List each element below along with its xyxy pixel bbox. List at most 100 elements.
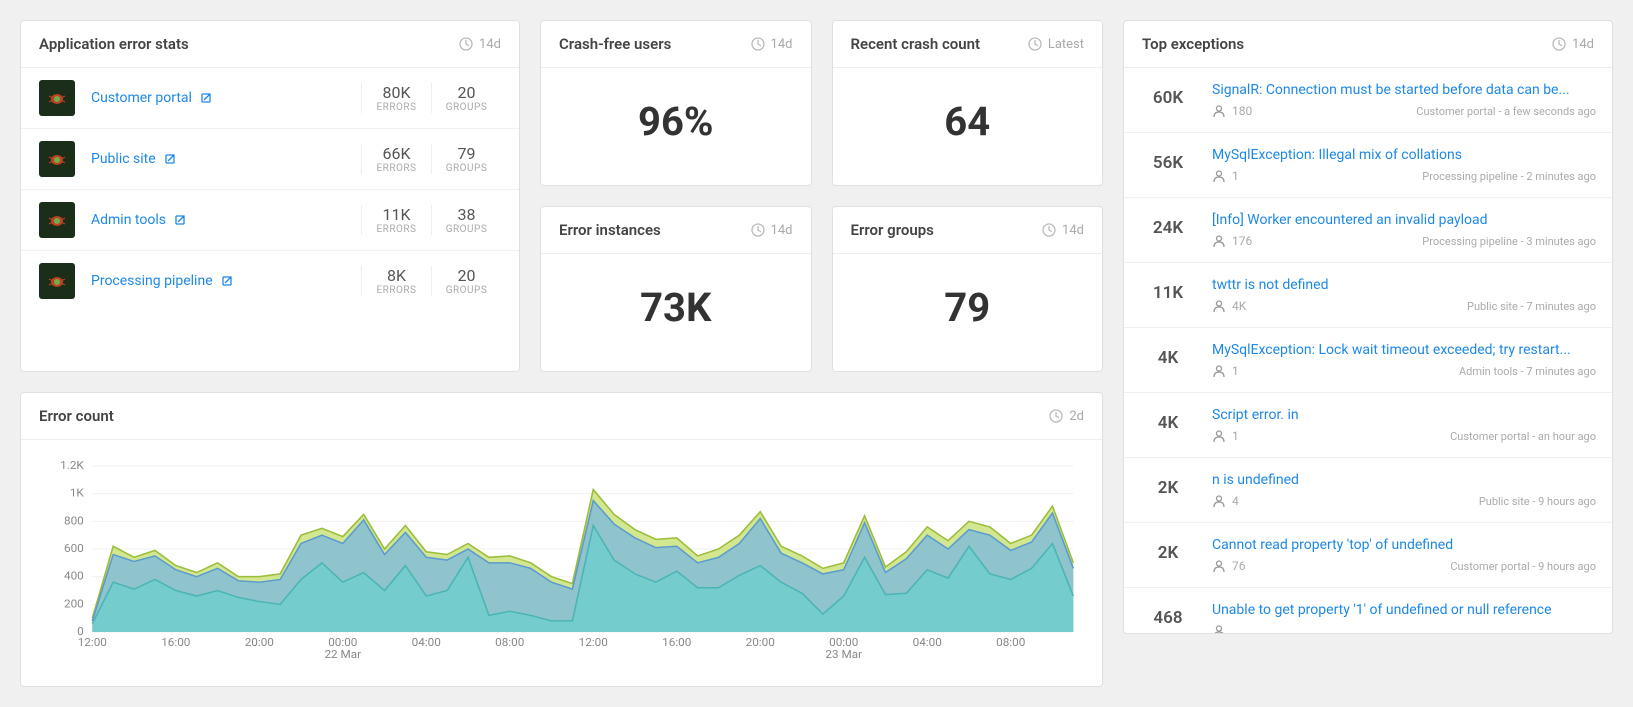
svg-text:20:00: 20:00 bbox=[746, 635, 775, 649]
exception-link[interactable]: Script error. in bbox=[1212, 407, 1596, 423]
app-link[interactable]: Customer portal bbox=[91, 90, 361, 106]
exceptions-list[interactable]: 60K SignalR: Connection must be started … bbox=[1124, 68, 1612, 633]
svg-text:400: 400 bbox=[64, 569, 84, 583]
metric-value: 79 bbox=[833, 254, 1103, 371]
app-link[interactable]: Admin tools bbox=[91, 212, 361, 228]
svg-text:12:00: 12:00 bbox=[579, 635, 608, 649]
clock-icon bbox=[751, 37, 765, 51]
exception-count: 56K bbox=[1140, 147, 1196, 183]
error-groups-card: Error groups 14d 79 bbox=[832, 206, 1104, 372]
svg-text:08:00: 08:00 bbox=[495, 635, 524, 649]
app-link[interactable]: Public site bbox=[91, 151, 361, 167]
card-period: Latest bbox=[1028, 37, 1084, 52]
exception-source: Customer portal - an hour ago bbox=[1450, 430, 1596, 443]
exception-row: 24K [Info] Worker encountered an invalid… bbox=[1124, 198, 1612, 263]
card-title: Crash-free users bbox=[559, 35, 671, 53]
user-icon bbox=[1212, 299, 1226, 313]
svg-text:23 Mar: 23 Mar bbox=[825, 647, 862, 661]
app-errors-label: ERRORS bbox=[366, 224, 427, 235]
exception-source: Admin tools - 7 minutes ago bbox=[1459, 365, 1596, 378]
metric-value: 64 bbox=[833, 68, 1103, 185]
exception-link[interactable]: twttr is not defined bbox=[1212, 277, 1596, 293]
exception-users: 1 bbox=[1212, 169, 1239, 183]
app-row: Customer portal 80KERRORS 20GROUPS bbox=[21, 68, 519, 129]
app-errors-label: ERRORS bbox=[366, 163, 427, 174]
svg-text:16:00: 16:00 bbox=[161, 635, 190, 649]
app-groups-label: GROUPS bbox=[436, 285, 497, 296]
exception-row: 11K twttr is not defined 4K Public site … bbox=[1124, 263, 1612, 328]
exception-row: 468 Unable to get property '1' of undefi… bbox=[1124, 588, 1612, 633]
card-title: Recent crash count bbox=[851, 35, 981, 53]
card-title: Error groups bbox=[851, 221, 934, 239]
exception-link[interactable]: [Info] Worker encountered an invalid pay… bbox=[1212, 212, 1596, 228]
exception-source: Customer portal - 9 hours ago bbox=[1450, 560, 1596, 573]
app-errors-value: 8K bbox=[366, 266, 427, 285]
svg-text:200: 200 bbox=[64, 597, 84, 611]
app-list: Customer portal 80KERRORS 20GROUPS Publi… bbox=[21, 68, 519, 311]
clock-icon bbox=[459, 37, 473, 51]
card-period: 2d bbox=[1049, 409, 1084, 424]
app-row: Public site 66KERRORS 79GROUPS bbox=[21, 129, 519, 190]
app-groups-value: 38 bbox=[436, 205, 497, 224]
metric-value: 73K bbox=[541, 254, 811, 371]
card-title: Application error stats bbox=[39, 35, 189, 53]
exception-link[interactable]: MySqlException: Illegal mix of collation… bbox=[1212, 147, 1596, 163]
card-period: 14d bbox=[1552, 37, 1594, 52]
external-link-icon bbox=[164, 153, 176, 165]
exception-link[interactable]: Cannot read property 'top' of undefined bbox=[1212, 537, 1596, 553]
app-groups-value: 20 bbox=[436, 83, 497, 102]
exception-count: 2K bbox=[1140, 537, 1196, 573]
clock-icon bbox=[1028, 37, 1042, 51]
clock-icon bbox=[1042, 223, 1056, 237]
top-exceptions-card: Top exceptions 14d 60K SignalR: Connecti… bbox=[1123, 20, 1613, 634]
svg-text:12:00: 12:00 bbox=[78, 635, 107, 649]
svg-text:08:00: 08:00 bbox=[996, 635, 1025, 649]
clock-icon bbox=[1552, 37, 1566, 51]
app-errors-value: 66K bbox=[366, 144, 427, 163]
exception-users: 1 bbox=[1212, 429, 1239, 443]
app-groups-label: GROUPS bbox=[436, 224, 497, 235]
app-groups-value: 20 bbox=[436, 266, 497, 285]
exception-link[interactable]: Unable to get property '1' of undefined … bbox=[1212, 602, 1596, 618]
exception-source: Customer portal - a few seconds ago bbox=[1416, 105, 1596, 118]
app-groups-value: 79 bbox=[436, 144, 497, 163]
exception-count: 11K bbox=[1140, 277, 1196, 313]
exception-users: 76 bbox=[1212, 559, 1246, 573]
exception-count: 468 bbox=[1140, 602, 1196, 633]
card-period: 14d bbox=[751, 37, 793, 52]
exception-row: 56K MySqlException: Illegal mix of colla… bbox=[1124, 133, 1612, 198]
app-icon bbox=[39, 202, 75, 238]
app-icon bbox=[39, 80, 75, 116]
app-row: Admin tools 11KERRORS 38GROUPS bbox=[21, 190, 519, 251]
crash-free-users-card: Crash-free users 14d 96% bbox=[540, 20, 812, 186]
exception-link[interactable]: n is undefined bbox=[1212, 472, 1596, 488]
exception-count: 24K bbox=[1140, 212, 1196, 248]
svg-text:22 Mar: 22 Mar bbox=[324, 647, 361, 661]
app-errors-label: ERRORS bbox=[366, 285, 427, 296]
exception-users: 1 bbox=[1212, 364, 1239, 378]
exception-count: 4K bbox=[1140, 407, 1196, 443]
app-icon bbox=[39, 141, 75, 177]
clock-icon bbox=[751, 223, 765, 237]
card-title: Error count bbox=[39, 407, 114, 425]
svg-text:1.2K: 1.2K bbox=[60, 458, 85, 472]
user-icon bbox=[1212, 494, 1226, 508]
app-groups-label: GROUPS bbox=[436, 163, 497, 174]
exception-source: Processing pipeline - 3 minutes ago bbox=[1422, 235, 1596, 248]
external-link-icon bbox=[174, 214, 186, 226]
exception-users: 4 bbox=[1212, 494, 1239, 508]
exception-row: 2K Cannot read property 'top' of undefin… bbox=[1124, 523, 1612, 588]
app-row: Processing pipeline 8KERRORS 20GROUPS bbox=[21, 251, 519, 311]
app-errors-value: 11K bbox=[366, 205, 427, 224]
exception-link[interactable]: SignalR: Connection must be started befo… bbox=[1212, 82, 1596, 98]
exception-link[interactable]: MySqlException: Lock wait timeout exceed… bbox=[1212, 342, 1596, 358]
user-icon bbox=[1212, 104, 1226, 118]
exception-users: 180 bbox=[1212, 104, 1252, 118]
error-count-chart-card: Error count 2d 02004006008001K1.2K12:001… bbox=[20, 392, 1103, 687]
exception-row: 60K SignalR: Connection must be started … bbox=[1124, 68, 1612, 133]
app-link[interactable]: Processing pipeline bbox=[91, 273, 361, 289]
recent-crash-card: Recent crash count Latest 64 bbox=[832, 20, 1104, 186]
error-count-chart[interactable]: 02004006008001K1.2K12:0016:0020:0000:002… bbox=[39, 458, 1084, 668]
user-icon bbox=[1212, 364, 1226, 378]
svg-text:600: 600 bbox=[64, 541, 84, 555]
